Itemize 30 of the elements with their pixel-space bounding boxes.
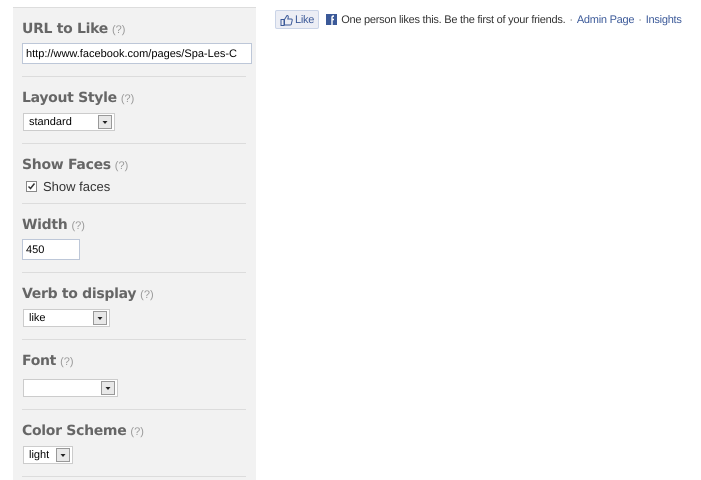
field-label: Verb to display [22, 286, 136, 302]
dropdown-value: standard [29, 116, 72, 128]
field-label: Font [22, 353, 56, 369]
caret-icon [56, 448, 70, 462]
caret-icon [101, 381, 115, 395]
like-count-text: One person likes this. Be the first of your friends. [341, 14, 566, 26]
link[interactable]: Admin Page [576, 14, 634, 26]
caret-icon [93, 311, 107, 325]
caret-icon [98, 115, 112, 129]
dropdown[interactable]: like [23, 309, 110, 327]
separator: · [638, 14, 642, 26]
field-label: Color Scheme [22, 423, 126, 439]
field-label: Width [22, 217, 68, 233]
like-button[interactable]: Like [275, 10, 320, 29]
checkbox-label[interactable]: Show faces [43, 179, 110, 194]
text-field[interactable]: 450 [22, 239, 80, 260]
dropdown-value: like [29, 312, 46, 324]
field-label: Layout Style [22, 90, 117, 106]
dropdown[interactable]: light [23, 446, 73, 464]
field-label: Show Faces [22, 157, 111, 173]
separator: · [569, 14, 573, 26]
logo-icon [326, 14, 338, 25]
field-label: URL to Like [22, 21, 108, 37]
text-field[interactable]: http://www.facebook.com/pages/Spa-Les-C [22, 43, 252, 64]
link[interactable]: Insights [646, 14, 682, 26]
dropdown[interactable] [23, 379, 118, 397]
dropdown-value: light [29, 449, 50, 461]
thumbs-up-icon [280, 14, 293, 26]
dropdown[interactable]: standard [23, 113, 115, 131]
checkbox[interactable] [26, 181, 37, 192]
